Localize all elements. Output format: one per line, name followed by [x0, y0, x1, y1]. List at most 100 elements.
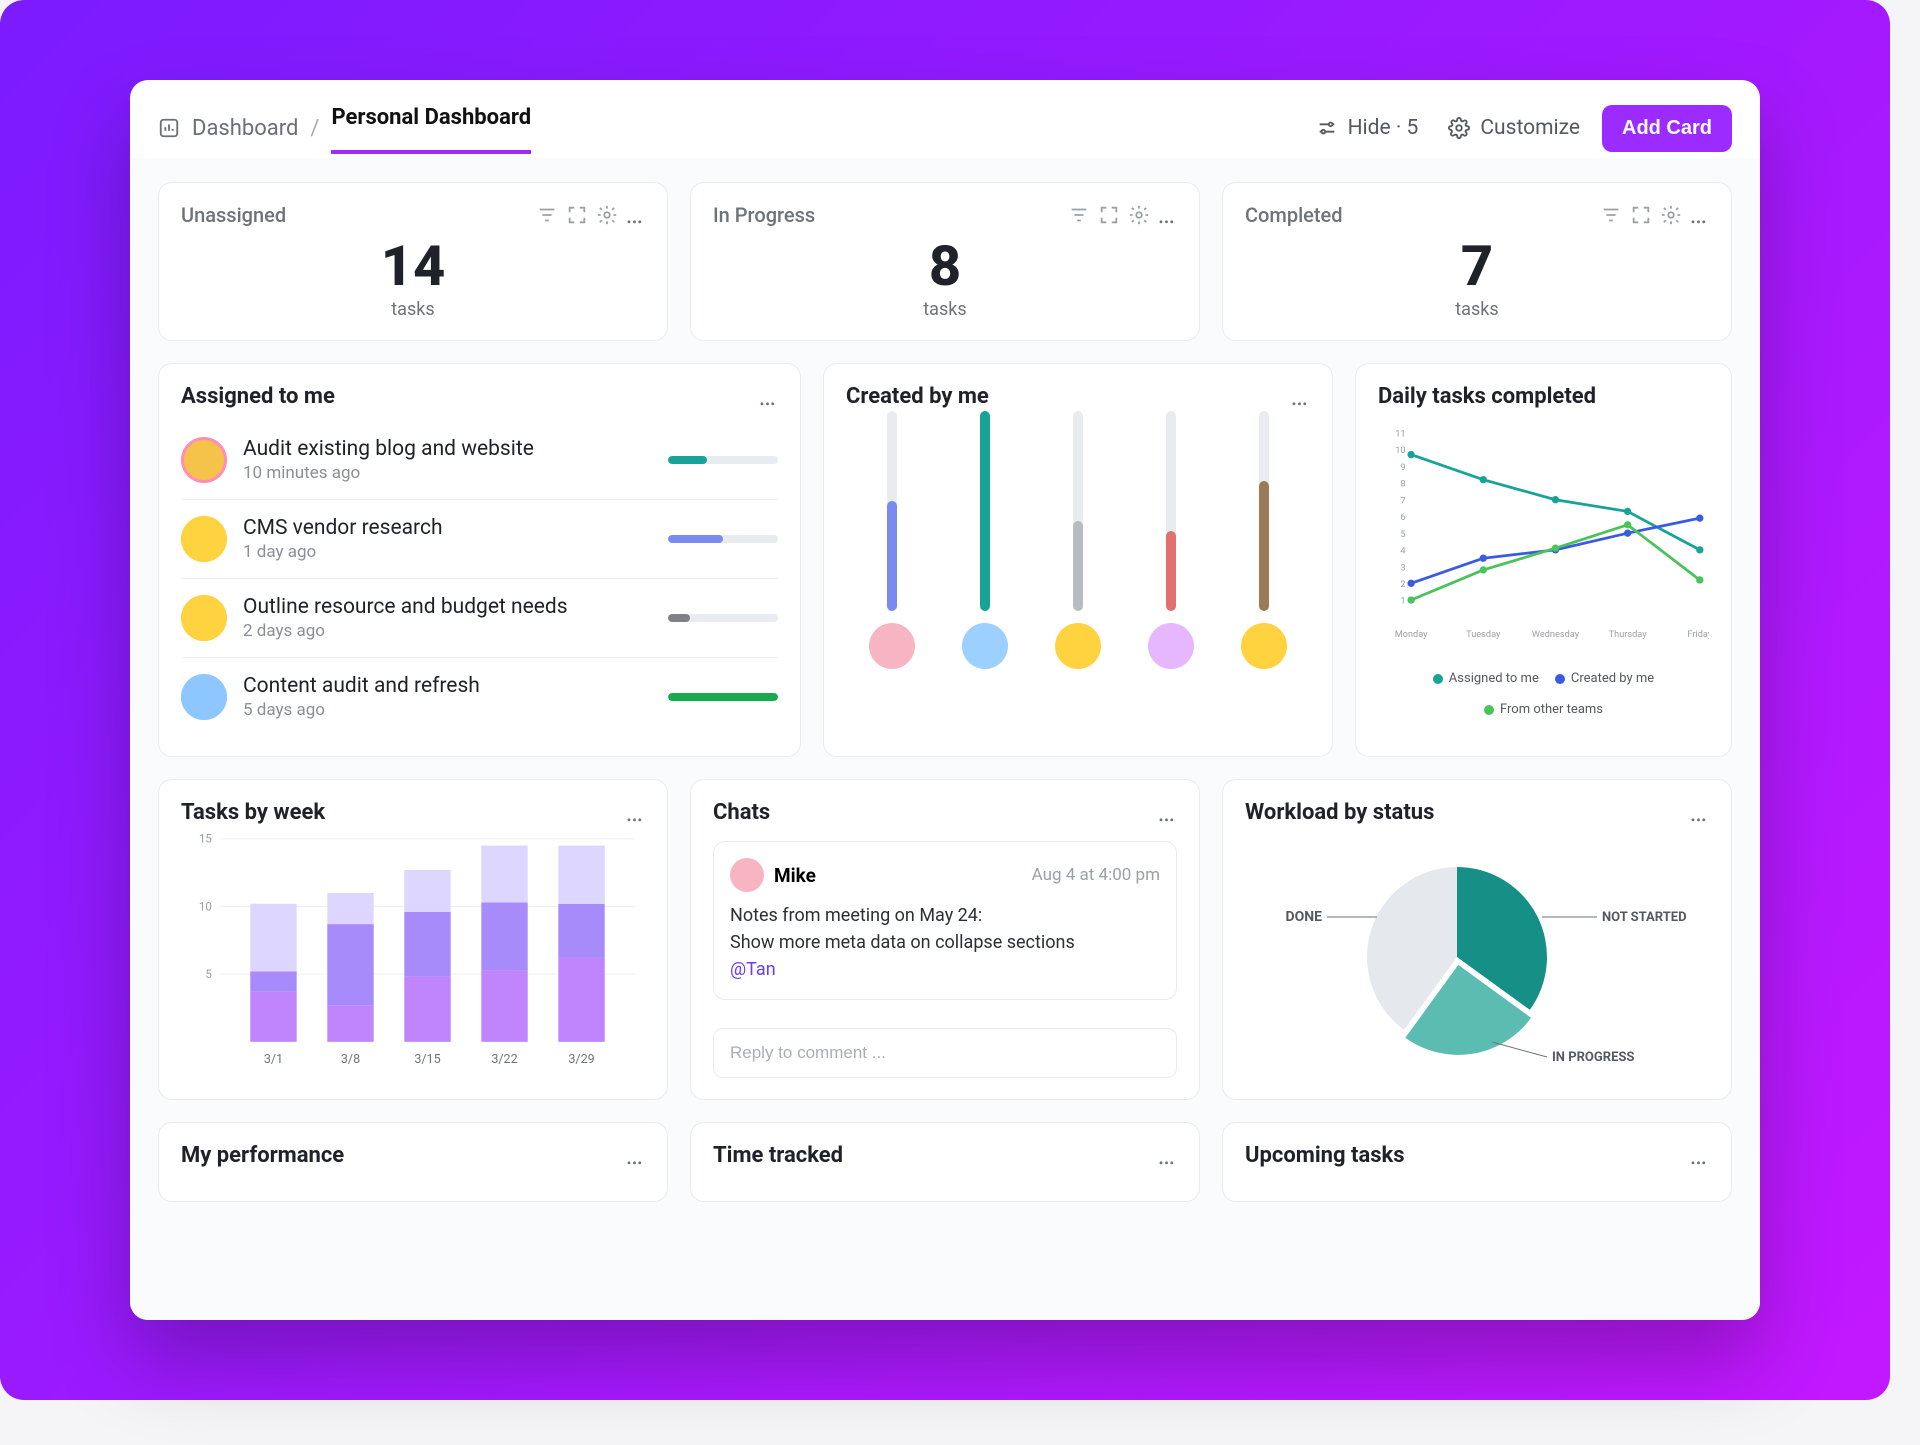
card-title: Upcoming tasks [1245, 1143, 1405, 1168]
svg-text:6: 6 [1400, 512, 1405, 523]
svg-text:3/1: 3/1 [264, 1052, 283, 1067]
svg-text:3/15: 3/15 [414, 1052, 440, 1067]
chat-mention[interactable]: @Tan [730, 956, 1160, 983]
svg-text:DONE: DONE [1285, 909, 1322, 925]
card-assigned-to-me: Assigned to me … Audit existing blog and… [158, 363, 801, 757]
svg-text:3/22: 3/22 [491, 1052, 517, 1067]
task-progress [668, 614, 778, 622]
breadcrumb-root[interactable]: Dashboard [192, 116, 298, 141]
svg-text:5: 5 [1400, 529, 1405, 540]
customize-action[interactable]: Customize [1440, 110, 1588, 146]
avatar [869, 623, 915, 669]
legend-item: From other teams [1484, 702, 1603, 717]
avatar [1148, 623, 1194, 669]
task-progress [668, 693, 778, 701]
line-chart: 1234567891011MondayTuesdayWednesdayThurs… [1378, 409, 1709, 659]
breadcrumb-sep: / [310, 116, 319, 141]
stat-card-inprogress: In Progress … 8 tasks [690, 182, 1200, 341]
bar-column [1055, 411, 1101, 669]
task-time: 10 minutes ago [243, 463, 652, 483]
created-bars [846, 429, 1310, 669]
add-card-button[interactable]: Add Card [1602, 105, 1732, 152]
filter-icon[interactable] [1068, 204, 1090, 226]
card-my-performance: My performance … [158, 1122, 668, 1202]
bar-column [962, 411, 1008, 669]
breadcrumb-current[interactable]: Personal Dashboard [331, 105, 531, 152]
bar-track [1166, 411, 1176, 611]
task-row[interactable]: Outline resource and budget needs 2 days… [181, 579, 778, 658]
card-created-by-me: Created by me … [823, 363, 1333, 757]
task-row[interactable]: Content audit and refresh 5 days ago [181, 658, 778, 736]
more-icon[interactable]: … [1690, 208, 1709, 222]
avatar [181, 595, 227, 641]
svg-text:Tuesday: Tuesday [1466, 629, 1501, 640]
hide-action[interactable]: Hide · 5 [1308, 110, 1427, 146]
task-title: Outline resource and budget needs [243, 595, 652, 619]
avatar [181, 516, 227, 562]
more-icon[interactable]: … [626, 208, 645, 222]
stat-title: In Progress [713, 203, 815, 227]
task-row[interactable]: Audit existing blog and website 10 minut… [181, 421, 778, 500]
more-icon[interactable]: … [1690, 1149, 1709, 1163]
card-title: Workload by status [1245, 800, 1434, 825]
pie-chart: DONE NOT STARTED IN PROGRESS [1267, 837, 1687, 1077]
bar-track [980, 411, 990, 611]
more-icon[interactable]: … [1690, 806, 1709, 820]
gear-icon[interactable] [1128, 204, 1150, 226]
avatar [181, 674, 227, 720]
stat-value: 14 [181, 233, 645, 299]
task-list: Audit existing blog and website 10 minut… [181, 421, 778, 736]
reply-input[interactable] [713, 1028, 1177, 1078]
expand-icon[interactable] [566, 204, 588, 226]
gear-icon[interactable] [596, 204, 618, 226]
legend-item: Assigned to me [1433, 671, 1539, 686]
svg-text:8: 8 [1400, 479, 1405, 490]
bar-track [1073, 411, 1083, 611]
chat-line: Show more meta data on collapse sections [730, 929, 1160, 956]
filter-icon[interactable] [536, 204, 558, 226]
stat-unit: tasks [1245, 299, 1709, 320]
more-icon[interactable]: … [626, 1149, 645, 1163]
card-workload: Workload by status … DONE NOT STARTED IN… [1222, 779, 1732, 1100]
card-title: Tasks by week [181, 800, 325, 825]
card-tasks-by-week: Tasks by week … 510153/13/83/153/223/29 [158, 779, 668, 1100]
svg-text:3/8: 3/8 [341, 1052, 360, 1067]
svg-text:2: 2 [1400, 579, 1405, 590]
svg-text:10: 10 [1395, 445, 1405, 456]
legend: Assigned to me Created by me From other te… [1378, 671, 1709, 717]
task-progress [668, 535, 778, 543]
expand-icon[interactable] [1098, 204, 1120, 226]
svg-text:11: 11 [1395, 429, 1405, 440]
card-daily-tasks: Daily tasks completed 1234567891011Monda… [1355, 363, 1732, 757]
more-icon[interactable]: … [1158, 1149, 1177, 1163]
card-title: My performance [181, 1143, 344, 1168]
svg-text:5: 5 [205, 967, 212, 981]
task-title: Audit existing blog and website [243, 437, 652, 461]
svg-text:10: 10 [199, 899, 212, 913]
avatar [1055, 623, 1101, 669]
svg-text:NOT STARTED: NOT STARTED [1602, 910, 1687, 925]
svg-text:9: 9 [1400, 462, 1405, 473]
more-icon[interactable]: … [626, 806, 645, 820]
card-title: Chats [713, 800, 770, 825]
chat-message[interactable]: Mike Aug 4 at 4:00 pm Notes from meeting… [713, 841, 1177, 1000]
customize-label: Customize [1480, 116, 1580, 140]
more-icon[interactable]: … [759, 390, 778, 404]
svg-text:7: 7 [1400, 495, 1405, 506]
card-time-tracked: Time tracked … [690, 1122, 1200, 1202]
more-icon[interactable]: … [1158, 208, 1177, 222]
more-icon[interactable]: … [1158, 806, 1177, 820]
stat-card-unassigned: Unassigned … 14 tasks [158, 182, 668, 341]
bar-column [1241, 411, 1287, 669]
task-time: 5 days ago [243, 700, 652, 720]
svg-text:Monday: Monday [1395, 629, 1428, 640]
more-icon[interactable]: … [1291, 390, 1310, 404]
task-row[interactable]: CMS vendor research 1 day ago [181, 500, 778, 579]
chat-time: Aug 4 at 4:00 pm [1032, 865, 1160, 885]
filter-icon[interactable] [1600, 204, 1622, 226]
bar-chart: 510153/13/83/153/223/29 [181, 825, 645, 1075]
hide-label: Hide · 5 [1348, 116, 1419, 140]
expand-icon[interactable] [1630, 204, 1652, 226]
gear-icon[interactable] [1660, 204, 1682, 226]
legend-item: Created by me [1555, 671, 1654, 686]
